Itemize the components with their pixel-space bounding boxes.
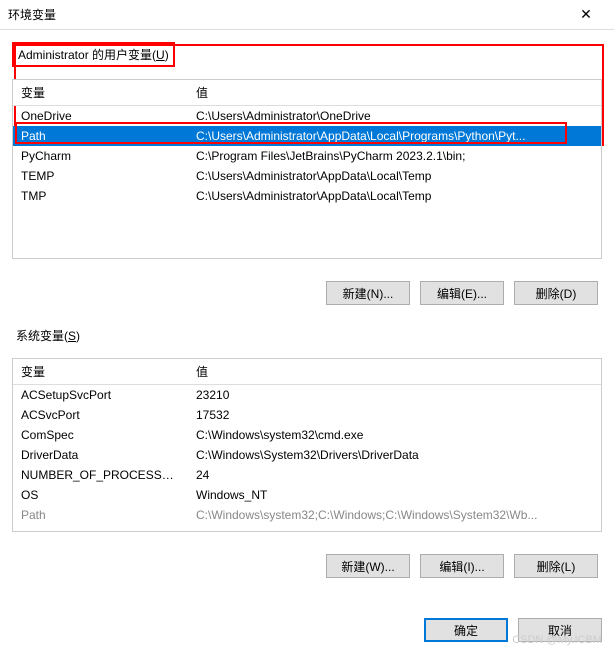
table-row[interactable]: TEMP C:\Users\Administrator\AppData\Loca… (13, 166, 601, 186)
cell-value: C:\Program Files\JetBrains\PyCharm 2023.… (188, 146, 601, 166)
user-vars-table-wrap[interactable]: 变量 值 OneDrive C:\Users\Administrator\One… (13, 80, 601, 258)
user-vars-buttons: 新建(N)... 编辑(E)... 删除(D) (12, 269, 602, 317)
window-title: 环境变量 (8, 6, 566, 23)
cell-name: ACSetupSvcPort (13, 385, 188, 406)
user-new-button[interactable]: 新建(N)... (326, 281, 410, 305)
sys-edit-button[interactable]: 编辑(I)... (420, 554, 504, 578)
cell-name: ACSvcPort (13, 405, 188, 425)
user-vars-group: 变量 值 OneDrive C:\Users\Administrator\One… (12, 79, 602, 259)
cell-value: C:\Windows\system32\cmd.exe (188, 425, 601, 445)
cell-value: C:\Windows\system32;C:\Windows;C:\Window… (188, 505, 601, 525)
cell-name: DriverData (13, 445, 188, 465)
table-row[interactable]: NUMBER_OF_PROCESSORS 24 (13, 465, 601, 485)
cell-value: C:\Users\Administrator\AppData\Local\Pro… (188, 126, 601, 146)
user-col-name[interactable]: 变量 (13, 80, 188, 106)
sys-col-name[interactable]: 变量 (13, 359, 188, 385)
cell-value: C:\Users\Administrator\OneDrive (188, 106, 601, 127)
cell-name: Path (13, 505, 188, 525)
sys-vars-group: 变量 值 ACSetupSvcPort 23210 ACSvcPort 1753… (12, 358, 602, 532)
user-vars-label-suffix: ) (165, 48, 169, 62)
cell-name: PyCharm (13, 146, 188, 166)
table-row[interactable]: Path C:\Windows\system32;C:\Windows;C:\W… (13, 505, 601, 525)
ok-button[interactable]: 确定 (424, 618, 508, 642)
user-col-value[interactable]: 值 (188, 80, 601, 106)
user-vars-label: Administrator 的用户变量(U) (12, 42, 175, 67)
sys-vars-table: 变量 值 ACSetupSvcPort 23210 ACSvcPort 1753… (13, 359, 601, 525)
user-edit-button[interactable]: 编辑(E)... (420, 281, 504, 305)
sys-delete-button[interactable]: 删除(L) (514, 554, 598, 578)
cell-name: ComSpec (13, 425, 188, 445)
cell-value: 23210 (188, 385, 601, 406)
sys-vars-label-prefix: 系统变量( (16, 329, 68, 343)
sys-col-value[interactable]: 值 (188, 359, 601, 385)
cell-value: Windows_NT (188, 485, 601, 505)
sys-vars-label-key: S (68, 329, 76, 343)
cell-name: OS (13, 485, 188, 505)
close-button[interactable]: ✕ (566, 0, 606, 30)
close-icon: ✕ (580, 6, 592, 23)
sys-vars-label-suffix: ) (76, 329, 80, 343)
table-row[interactable]: Path C:\Users\Administrator\AppData\Loca… (13, 126, 601, 146)
user-vars-table: 变量 值 OneDrive C:\Users\Administrator\One… (13, 80, 601, 206)
table-row[interactable]: OS Windows_NT (13, 485, 601, 505)
sys-vars-table-wrap[interactable]: 变量 值 ACSetupSvcPort 23210 ACSvcPort 1753… (13, 359, 601, 531)
cell-value: C:\Users\Administrator\AppData\Local\Tem… (188, 186, 601, 206)
table-row[interactable]: PyCharm C:\Program Files\JetBrains\PyCha… (13, 146, 601, 166)
sys-vars-label: 系统变量(S) (12, 325, 84, 346)
dialog-content: Administrator 的用户变量(U) 变量 值 OneDrive C:\… (0, 30, 614, 602)
cell-value: C:\Windows\System32\Drivers\DriverData (188, 445, 601, 465)
cell-name: NUMBER_OF_PROCESSORS (13, 465, 188, 485)
table-row[interactable]: DriverData C:\Windows\System32\Drivers\D… (13, 445, 601, 465)
sys-new-button[interactable]: 新建(W)... (326, 554, 410, 578)
sys-vars-buttons: 新建(W)... 编辑(I)... 删除(L) (12, 542, 602, 590)
cell-name: TMP (13, 186, 188, 206)
table-row[interactable]: OneDrive C:\Users\Administrator\OneDrive (13, 106, 601, 127)
user-vars-label-key: U (156, 48, 165, 62)
title-bar: 环境变量 ✕ (0, 0, 614, 30)
table-row[interactable]: ComSpec C:\Windows\system32\cmd.exe (13, 425, 601, 445)
table-row[interactable]: ACSetupSvcPort 23210 (13, 385, 601, 406)
cancel-button[interactable]: 取消 (518, 618, 602, 642)
dialog-buttons: 确定 取消 (424, 618, 602, 642)
user-vars-label-prefix: Administrator 的用户变量( (18, 48, 156, 62)
cell-value: C:\Users\Administrator\AppData\Local\Tem… (188, 166, 601, 186)
table-row[interactable]: TMP C:\Users\Administrator\AppData\Local… (13, 186, 601, 206)
cell-name: Path (13, 126, 188, 146)
cell-name: OneDrive (13, 106, 188, 127)
table-row[interactable]: ACSvcPort 17532 (13, 405, 601, 425)
cell-value: 17532 (188, 405, 601, 425)
user-delete-button[interactable]: 删除(D) (514, 281, 598, 305)
cell-value: 24 (188, 465, 601, 485)
cell-name: TEMP (13, 166, 188, 186)
